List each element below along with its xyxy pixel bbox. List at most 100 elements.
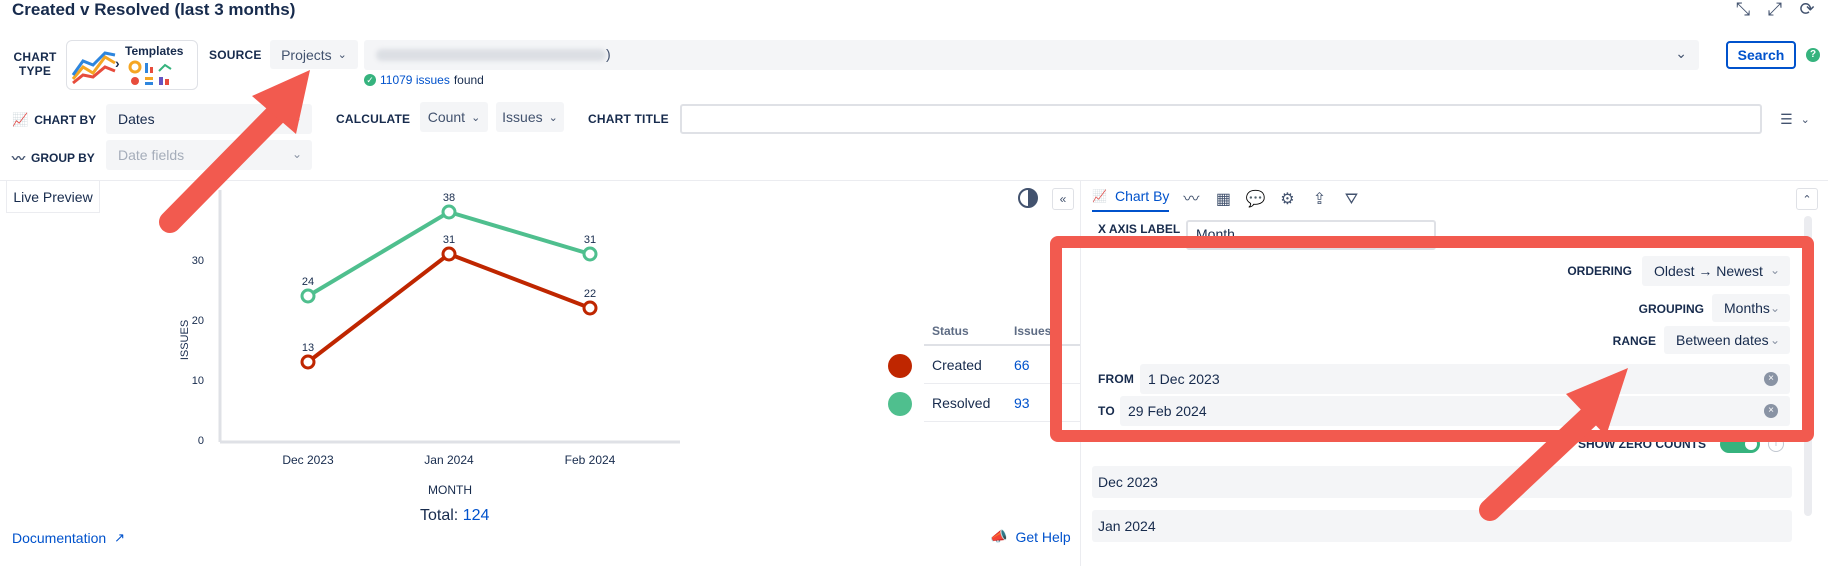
help-icon[interactable]: ? (1806, 48, 1820, 62)
live-preview-tab[interactable]: Live Preview (6, 181, 100, 213)
data-label: 22 (584, 288, 596, 300)
tab-chart-by-label: Chart By (1114, 188, 1170, 204)
data-point (582, 246, 598, 262)
table-icon[interactable]: ▦ (1213, 190, 1233, 210)
range-dropdown[interactable]: Between dates ⌄ (1664, 326, 1790, 354)
panel-tabs: 📈 Chart By 〰 ▦ 💬 ⚙ ⇪ ⛛ (1092, 188, 1361, 212)
ordering-label: ORDERING (1567, 264, 1632, 278)
legend-issues-link[interactable]: 66 (1014, 357, 1080, 373)
chevron-down-icon: ⌄ (548, 111, 558, 124)
calc-issues-dropdown[interactable]: Issues ⌄ (496, 102, 564, 132)
from-label: FROM (1098, 372, 1135, 386)
jql-input[interactable]: ) ⌄ (364, 40, 1699, 70)
range-value: Between dates (1676, 332, 1769, 348)
legend-issues-link[interactable]: 93 (1014, 395, 1080, 411)
issues-found: ✓ 11079 issues found (364, 73, 484, 87)
total-label: Total: (420, 507, 459, 524)
chevron-down-icon: ⌄ (337, 49, 347, 61)
get-help-text: Get Help (1015, 528, 1071, 545)
compress-icon[interactable]: ⤢ (1766, 0, 1784, 18)
x-tick-label: Feb 2024 (565, 453, 616, 467)
chart-line-icon: 📈 (12, 112, 29, 127)
megaphone-icon: 📣 (990, 528, 1008, 544)
data-point (300, 288, 316, 304)
chart-type-label: CHART TYPE (13, 50, 57, 78)
chart-type-selector[interactable]: › Templates (66, 40, 198, 90)
scrollbar[interactable] (1804, 216, 1812, 516)
calculate-label: CALCULATE (336, 112, 411, 126)
y-tick-label: 30 (192, 255, 204, 267)
legend-status: Resolved (932, 394, 991, 411)
templates-icon (128, 60, 172, 85)
list-item[interactable]: Dec 2023 (1092, 466, 1792, 498)
chart-by-dropdown[interactable]: Dates ⌄ (106, 104, 312, 134)
comment-icon[interactable]: 💬 (1245, 190, 1265, 210)
list-item[interactable]: Jan 2024 (1092, 510, 1792, 542)
ordering-dropdown[interactable]: Oldest → Newest ⌄ (1642, 256, 1790, 286)
theme-toggle-icon[interactable] (1018, 188, 1038, 208)
group-by-dropdown[interactable]: Date fields ⌄ (106, 140, 312, 170)
grouping-dropdown[interactable]: Months ⌄ (1712, 294, 1790, 322)
collapse-left-icon[interactable]: « (1052, 188, 1074, 210)
blurred-query (376, 49, 606, 61)
clear-icon[interactable]: × (1764, 404, 1778, 418)
search-button[interactable]: Search (1726, 41, 1796, 69)
export-icon[interactable]: ⇪ (1309, 190, 1329, 210)
total-value[interactable]: 124 (463, 507, 490, 524)
to-date-input[interactable]: 29 Feb 2024 × (1120, 396, 1790, 426)
source-value: Projects (281, 46, 332, 63)
data-label: 31 (584, 234, 596, 246)
documentation-link[interactable]: Documentation ↗ (12, 530, 125, 546)
chart-title-input[interactable] (680, 104, 1762, 134)
chevron-down-icon: ⌄ (1769, 263, 1780, 277)
data-label: 31 (443, 234, 455, 246)
series-icon[interactable]: 〰 (1181, 190, 1201, 210)
legend-status: Created (932, 356, 982, 373)
data-point (441, 246, 457, 262)
from-date-input[interactable]: 1 Dec 2023 × (1140, 364, 1790, 394)
line-chart: ISSUES MONTH 0 10 20 30 Dec 2023 Jan 2024 Feb … (179, 190, 680, 497)
chevron-down-icon: ⌄ (1769, 301, 1780, 315)
show-zero-counts-toggle[interactable] (1720, 435, 1760, 453)
filter-icon[interactable]: ⛛ (1341, 190, 1361, 210)
x-axis-label-field-label: X AXIS LABEL (1098, 222, 1181, 236)
source-dropdown[interactable]: Projects ⌄ (270, 40, 358, 69)
clear-icon[interactable]: × (1764, 372, 1778, 386)
data-label: 38 (443, 192, 455, 204)
calc-count-dropdown[interactable]: Count ⌄ (420, 102, 488, 132)
total-summary: Total: 124 (420, 507, 489, 525)
gear-icon[interactable]: ⚙ (1277, 190, 1297, 210)
check-icon: ✓ (364, 74, 376, 86)
calc-count-value: Count (427, 109, 466, 125)
legend-table: Status Issues Created 66 Resolved 93 (924, 318, 1080, 422)
chart-title-label: CHART TITLE (588, 112, 669, 126)
shrink-icon[interactable]: ⤡ (1734, 0, 1752, 18)
ordering-value: Oldest → Newest (1654, 263, 1763, 279)
issues-count-link[interactable]: 11079 issues (380, 73, 450, 87)
x-tick-label: Dec 2023 (282, 453, 334, 467)
group-by-text: GROUP BY (31, 150, 95, 165)
to-label: TO (1098, 404, 1115, 418)
chevron-down-icon: ⌄ (1769, 333, 1780, 347)
tab-chart-by[interactable]: 📈 Chart By (1092, 188, 1170, 212)
y-tick-label: 0 (198, 435, 204, 447)
to-date-value: 29 Feb 2024 (1128, 403, 1207, 419)
refresh-icon[interactable]: ⟳ (1798, 0, 1816, 18)
issues-column-header: Issues (1014, 324, 1052, 338)
chevron-down-icon: ⌄ (291, 147, 302, 161)
info-icon[interactable]: i (1768, 436, 1784, 452)
chevron-down-icon[interactable]: ⌄ (1675, 45, 1687, 62)
chart-by-label: 📈 CHART BY (12, 112, 96, 128)
legend-row: Resolved 93 (924, 384, 1080, 422)
chevron-down-icon: ⌄ (471, 111, 481, 124)
x-axis-label-input[interactable]: Month (1186, 220, 1436, 250)
from-date-value: 1 Dec 2023 (1148, 371, 1220, 387)
collapse-up-icon[interactable]: ⌃ (1796, 188, 1818, 210)
get-help-link[interactable]: 📣 Get Help (990, 528, 1071, 545)
group-chart-icon: 〰 (12, 151, 26, 166)
source-label: SOURCE (209, 48, 262, 62)
align-dropdown[interactable]: ☰ ⌄ (1770, 104, 1820, 134)
show-zero-counts-label: SHOW ZERO COUNTS (1578, 437, 1706, 451)
y-axis-label: ISSUES (179, 320, 191, 360)
group-by-label: 〰 GROUP BY (12, 148, 95, 167)
